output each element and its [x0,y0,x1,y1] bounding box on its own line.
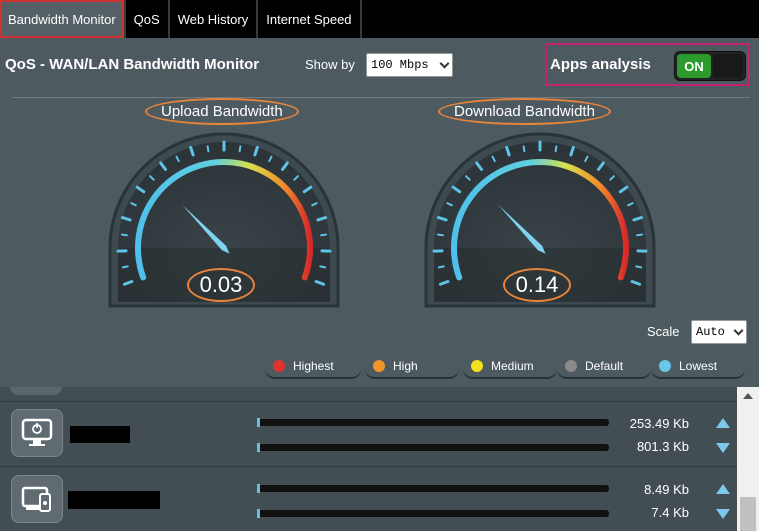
legend-label: Highest [293,359,334,373]
bar-cap [257,418,260,427]
gauge-tick [636,233,644,237]
divider [12,97,750,98]
legend-lowest: Lowest [651,355,745,379]
device-icon[interactable] [11,475,63,523]
download-rate: 801.3 Kb [636,439,689,454]
gauge-tick [120,233,128,237]
page-title: QoS - WAN/LAN Bandwidth Monitor [5,56,260,73]
download-bar [257,509,609,518]
download-rate: 7.4 Kb [651,505,689,520]
upload-gauge-label: Upload Bandwidth [145,98,299,125]
tab-qos[interactable]: QoS [126,0,170,38]
priority-dot-icon [659,360,671,372]
upload-rate: 253.49 Kb [629,416,689,431]
bar-cap [257,484,260,493]
bar-cap [257,509,260,518]
legend-label: Lowest [679,359,718,373]
legend-medium: Medium [463,355,557,379]
gauge-tick [121,265,129,269]
bar-cap [257,443,260,452]
download-gauge-label: Download Bandwidth [438,98,611,125]
legend-high: High [365,355,459,379]
tab-web-history[interactable]: Web History [170,0,259,38]
scale-value: Auto [696,325,725,339]
priority-dot-icon [273,360,285,372]
upload-arrow-icon [716,484,730,494]
download-arrow-icon [716,443,730,453]
upload-rate: 8.49 Kb [644,482,689,497]
show-by-select[interactable]: 100 Mbps [366,53,453,77]
chevron-down-icon [439,58,450,69]
tab-internet-speed[interactable]: Internet Speed [258,0,362,38]
show-by-label: Show by [305,57,355,72]
list-item[interactable]: 8.49 Kb 7.4 Kb [0,466,737,528]
upload-arrow-icon [716,418,730,428]
toggle-knob [713,54,743,78]
scroll-up-icon[interactable] [743,393,753,399]
download-arrow-icon [716,509,730,519]
toggle-on-label: ON [677,54,711,78]
upload-gauge-value: 0.03 [187,268,255,302]
device-name-redacted [70,426,130,443]
gauge-tick [320,233,328,237]
gauge-tick [436,233,444,237]
list-item[interactable]: 253.49 Kb 801.3 Kb [0,401,737,463]
download-gauge-value: 0.14 [503,268,571,302]
list-scrollbar[interactable] [737,387,759,531]
gauge-tick [437,265,445,269]
priority-dot-icon [373,360,385,372]
gauge-tick [635,265,643,269]
show-by-value: 100 Mbps [371,58,429,72]
device-list: 253.49 Kb 801.3 Kb 8.49 Kb 7.4 Kb [0,387,737,531]
apps-analysis-label: Apps analysis [550,56,651,73]
priority-dot-icon [471,360,483,372]
legend-label: Default [585,359,624,373]
download-bar [257,443,609,452]
scale-select[interactable]: Auto [691,320,747,344]
scale-label: Scale [647,324,680,339]
chevron-down-icon [733,325,744,336]
gauge-tick [238,145,242,153]
legend-highest: Highest [265,355,361,379]
upload-bar [257,484,609,493]
gauge-tick [319,265,327,269]
apps-analysis-toggle[interactable]: ON [674,51,746,81]
legend-label: High [393,359,418,373]
tab-bandwidth-monitor[interactable]: Bandwidth Monitor [0,0,126,38]
app-root: Bandwidth Monitor QoS Web History Intern… [0,0,759,531]
list-handle [10,387,62,395]
gauge-tick [554,145,558,153]
upload-bar [257,418,609,427]
computer-icon[interactable] [11,409,63,457]
gauge-tick [206,145,210,153]
tab-bar: Bandwidth Monitor QoS Web History Intern… [0,0,759,38]
legend-label: Medium [491,359,534,373]
legend-default: Default [557,355,651,379]
gauge-tick [522,145,526,153]
device-name-redacted [68,491,160,509]
scroll-thumb[interactable] [740,497,756,531]
priority-dot-icon [565,360,577,372]
